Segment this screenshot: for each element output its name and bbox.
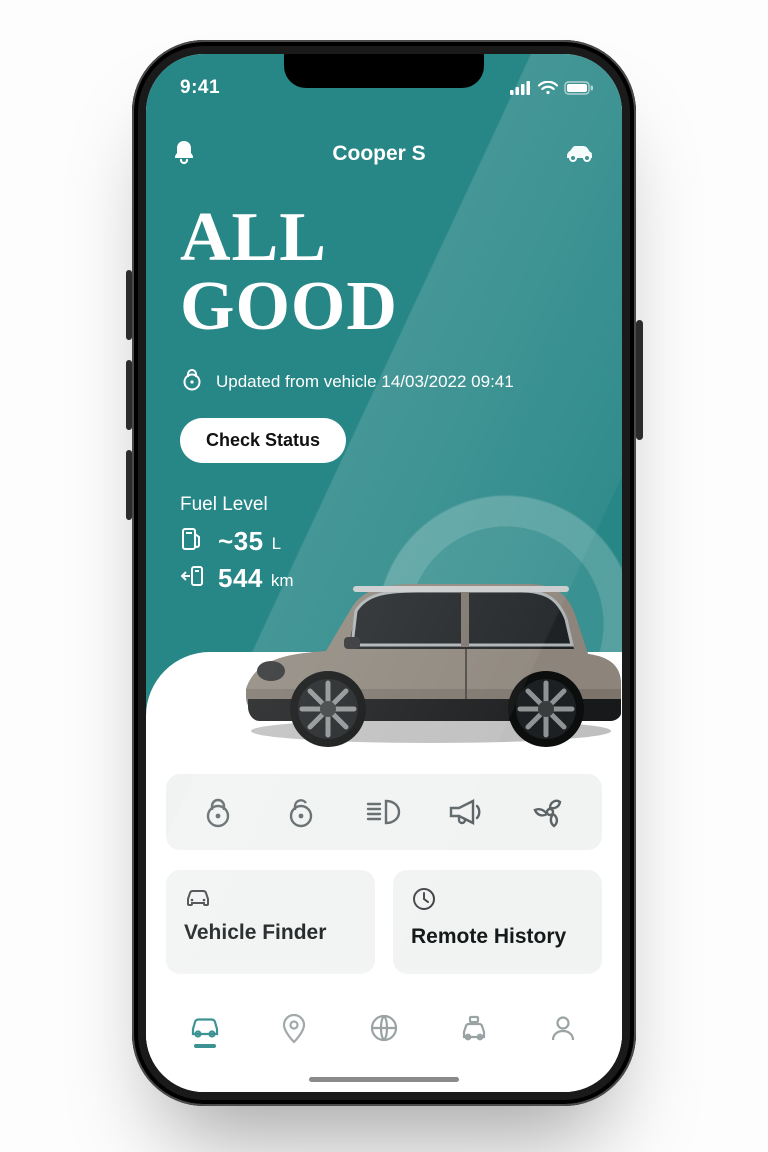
lower-content: Vehicle Finder Remote History: [146, 774, 622, 974]
fuel-pump-icon: [180, 526, 206, 557]
car-icon: [184, 886, 357, 913]
cellular-icon: [510, 81, 532, 95]
nav-map[interactable]: [264, 1014, 324, 1054]
card-title: Vehicle Finder: [184, 921, 357, 945]
last-updated-text: Updated from vehicle 14/03/2022 09:41: [216, 372, 514, 392]
app-header: Cooper S: [146, 126, 622, 182]
vehicle-name[interactable]: Cooper S: [332, 142, 425, 166]
vehicle-finder-card[interactable]: Vehicle Finder: [166, 870, 375, 974]
lock-status-row: Updated from vehicle 14/03/2022 09:41: [180, 367, 602, 396]
fuel-amount: ~35: [218, 526, 264, 557]
lock-button[interactable]: [188, 782, 248, 842]
clock-icon: [411, 886, 584, 917]
horn-button[interactable]: [437, 782, 497, 842]
remote-history-card[interactable]: Remote History: [393, 870, 602, 974]
nav-active-indicator: [194, 1044, 216, 1048]
battery-icon: [564, 81, 594, 95]
status-headline-line2: GOOD: [180, 268, 398, 345]
ventilation-button[interactable]: [520, 782, 580, 842]
vehicle-switcher-button[interactable]: [562, 141, 596, 168]
fuel-range: 544: [218, 563, 263, 594]
info-cards: Vehicle Finder Remote History: [166, 870, 602, 974]
fuel-range-unit: km: [271, 571, 294, 594]
status-hero: ALL GOOD Updated from vehicle 14/03/2022…: [180, 204, 602, 463]
screen: 9:41 Cooper S: [146, 54, 622, 1092]
lock-icon: [180, 367, 204, 396]
notch: [284, 54, 484, 88]
status-headline: ALL GOOD: [180, 204, 602, 341]
fuel-amount-row: ~35 L: [180, 526, 294, 557]
fuel-amount-unit: L: [272, 534, 281, 557]
lights-button[interactable]: [354, 782, 414, 842]
nav-discover[interactable]: [354, 1014, 414, 1052]
nav-profile[interactable]: [533, 1014, 593, 1052]
notifications-button[interactable]: [172, 139, 196, 170]
unlock-button[interactable]: [271, 782, 331, 842]
nav-vehicle[interactable]: [175, 1014, 235, 1048]
fuel-block: Fuel Level ~35 L 544 km: [180, 494, 294, 600]
range-icon: [180, 563, 206, 594]
status-headline-line1: ALL: [180, 199, 327, 276]
nav-service[interactable]: [444, 1014, 504, 1052]
card-title: Remote History: [411, 925, 584, 949]
check-status-button[interactable]: Check Status: [180, 418, 346, 463]
home-indicator: [309, 1077, 459, 1082]
quick-actions-bar: [166, 774, 602, 850]
fuel-label: Fuel Level: [180, 494, 294, 516]
status-indicators: [510, 81, 594, 95]
phone-frame: 9:41 Cooper S: [132, 40, 636, 1106]
fuel-range-row: 544 km: [180, 563, 294, 594]
wifi-icon: [538, 81, 558, 95]
